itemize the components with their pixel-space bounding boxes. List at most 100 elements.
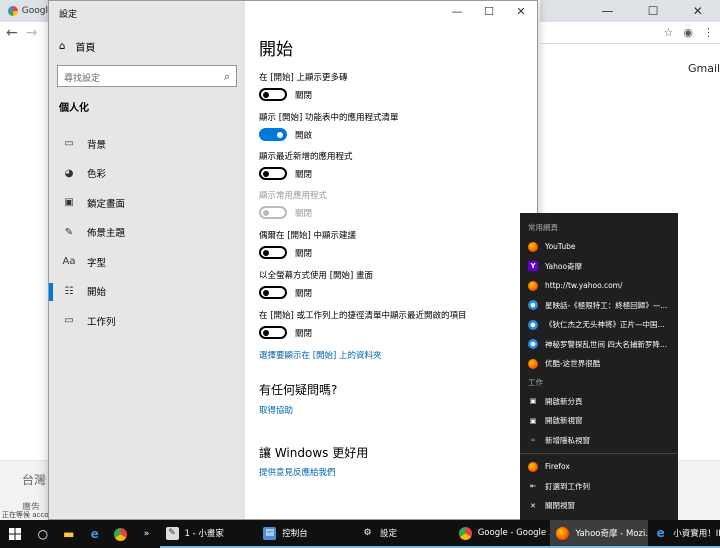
toggle-switch[interactable] (259, 286, 287, 299)
jumplist-item-label: http://tw.yahoo.com/ (545, 281, 623, 291)
taskbar-button-settings[interactable]: ⚙ 設定 (354, 520, 453, 548)
close-icon[interactable]: ✕ (693, 4, 703, 18)
edge-icon[interactable]: e (82, 520, 108, 548)
taskbar-button-paint[interactable]: ✎ 1 - 小畫家 (159, 520, 258, 548)
jumplist-item[interactable]: 《狄仁杰之无头神将》正片—中国... (520, 315, 678, 335)
nav-item-fonts[interactable]: Aa 字型 (49, 247, 245, 277)
nav-item-taskbar[interactable]: ▭ 工作列 (49, 306, 245, 336)
toggle-state: 關閉 (295, 288, 313, 299)
lock-screen-icon: ▣ (64, 197, 74, 209)
control-panel-icon: ▤ (263, 526, 277, 540)
jumplist-app[interactable]: Firefox (520, 457, 678, 477)
start-button[interactable] (0, 520, 30, 548)
firefox-icon (528, 280, 538, 291)
picture-icon: ▭ (64, 138, 74, 150)
toggle-switch[interactable] (259, 246, 287, 259)
jumplist-task[interactable]: ▣ 開啟新視窗 (520, 411, 678, 431)
toggle-switch[interactable] (259, 167, 287, 180)
nav-item-background[interactable]: ▭ 背景 (49, 129, 245, 159)
taskbar-button-firefox[interactable]: Yahoo奇摩 - Mozi... (550, 520, 649, 548)
taskbar-button-label: 設定 (379, 529, 397, 539)
jumplist-item-label: 關閉視窗 (545, 501, 575, 511)
home-icon: ⌂ (59, 41, 66, 52)
maximize-icon[interactable]: ☐ (473, 1, 505, 23)
close-icon[interactable]: ✕ (505, 1, 537, 23)
taskbar-button-edge[interactable]: e 小資實用！IKE... (648, 520, 720, 548)
settings-icon: ⚙ (363, 528, 372, 538)
minimize-icon[interactable]: — (441, 1, 473, 23)
search-icon[interactable]: ○ (30, 520, 56, 548)
toggle-switch[interactable] (259, 88, 287, 101)
get-help-link[interactable]: 取得協助 (259, 404, 529, 416)
maximize-icon[interactable]: ☐ (648, 4, 659, 18)
menu-dots-icon[interactable]: ⋮ (703, 26, 714, 39)
browser-titlebar-right: + — ☐ ✕ (540, 0, 720, 22)
browser-tab[interactable]: Googl (0, 0, 48, 22)
setting-label: 在 [開始] 上顯示更多磚 (259, 73, 348, 83)
jumplist-item-label: Firefox (545, 462, 570, 472)
setting-most-used: 顯示常用應用程式 關閉 (259, 189, 529, 219)
firefox-icon (528, 241, 538, 252)
taskbar: ○ ▬ e » ✎ 1 - 小畫家 ▤ 控制台 ⚙ 設定 Google - Googl… (0, 520, 720, 548)
bookmark-star-icon[interactable]: ☆ (664, 26, 674, 39)
nav-item-themes[interactable]: ✎ 佈景主題 (49, 218, 245, 248)
setting-label: 顯示最近新增的應用程式 (259, 152, 353, 162)
home-nav-item[interactable]: ⌂ 首頁 (59, 39, 95, 54)
jumplist-item[interactable]: http://tw.yahoo.com/ (520, 276, 678, 296)
themes-icon: ✎ (64, 226, 74, 238)
jumplist-item-label: 開啟新視窗 (545, 416, 583, 426)
nav-item-label: 鎖定畫面 (87, 198, 126, 210)
setting-label: 顯示常用應用程式 (259, 191, 328, 201)
web-icon (528, 319, 538, 330)
jumplist-item[interactable]: YouTube (520, 237, 678, 257)
forward-arrow-icon[interactable]: → (26, 25, 38, 41)
jumplist-item-label: YouTube (545, 242, 576, 252)
toggle-state: 開啟 (295, 130, 313, 141)
extension-icon[interactable]: ◉ (683, 26, 693, 39)
taskbar-button-chrome[interactable]: Google - Google ... (452, 520, 551, 548)
frequent-heading: 常用網頁 (528, 223, 558, 232)
nav-item-label: 工作列 (87, 316, 116, 328)
settings-window: 設定 ⌂ 首頁 尋找設定 ⌕ 個人化 ▭ 背景 ◕ 色彩 ▣ 鎖定畫面 ✎ 佈景主題 A… (48, 0, 538, 520)
nav-item-start[interactable]: ☷ 開始 (49, 277, 245, 307)
overflow-icon[interactable]: » (134, 520, 160, 548)
nav-item-colors[interactable]: ◕ 色彩 (49, 159, 245, 189)
jumplist-pin[interactable]: ⇤ 釘選到工作列 (520, 477, 678, 497)
question-heading: 有任何疑問嗎? (259, 383, 338, 397)
browser-nav: ← → (0, 22, 48, 44)
toggle-switch[interactable] (259, 128, 287, 141)
jumplist-item[interactable]: 神秘罗警探乱世间 四大名捕新罗降... (520, 335, 678, 355)
chrome-icon[interactable] (108, 520, 134, 548)
jumplist-item[interactable]: 星映話-《極限特工：終極回歸》—... (520, 296, 678, 316)
divider (520, 453, 678, 454)
browser-tab-title: Googl (21, 6, 48, 16)
jumplist-item[interactable]: Y Yahoo奇摩 (520, 257, 678, 277)
taskbar-button-label: Google - Google ... (477, 528, 551, 538)
font-icon: Aa (62, 256, 76, 268)
search-input[interactable]: 尋找設定 ⌕ (57, 65, 237, 87)
settings-sidebar: 設定 ⌂ 首頁 尋找設定 ⌕ 個人化 ▭ 背景 ◕ 色彩 ▣ 鎖定畫面 ✎ 佈景主題 A… (49, 1, 245, 519)
toggle-state: 關閉 (295, 328, 313, 339)
jumplist-item-label: 优酷-这世界很酷 (545, 359, 601, 369)
nav-item-label: 字型 (87, 257, 107, 269)
windows-logo-icon (8, 528, 21, 540)
jumplist-task[interactable]: ∞ 新增隱私視窗 (520, 431, 678, 451)
jumplist-close[interactable]: ✕ 關閉視窗 (520, 496, 678, 516)
taskbar-icon: ▭ (64, 315, 74, 327)
settings-nav: ▭ 背景 ◕ 色彩 ▣ 鎖定畫面 ✎ 佈景主題 Aa 字型 ☷ 開始 ▭ 工作列 (49, 129, 245, 336)
minimize-icon[interactable]: — (601, 4, 613, 18)
jumplist-item[interactable]: 优酷-这世界很酷 (520, 354, 678, 374)
toggle-state: 關閉 (295, 208, 313, 219)
back-arrow-icon[interactable]: ← (6, 25, 18, 41)
taskbar-button-control-panel[interactable]: ▤ 控制台 (257, 520, 355, 548)
palette-icon: ◕ (64, 167, 74, 179)
taskbar-button-label: Yahoo奇摩 - Mozi... (575, 529, 649, 539)
file-explorer-icon[interactable]: ▬ (56, 520, 82, 548)
choose-folders-link[interactable]: 選擇要顯示在 [開始] 上的資料夾 (259, 349, 529, 361)
jumplist-task[interactable]: ▣ 開啟新分頁 (520, 392, 678, 412)
gmail-link[interactable]: Gmail (688, 62, 720, 75)
toggle-switch[interactable] (259, 326, 287, 339)
feedback-link[interactable]: 提供意見反應給我們 (259, 466, 529, 478)
nav-item-lock-screen[interactable]: ▣ 鎖定畫面 (49, 188, 245, 218)
page-title: 開始 (259, 40, 293, 60)
